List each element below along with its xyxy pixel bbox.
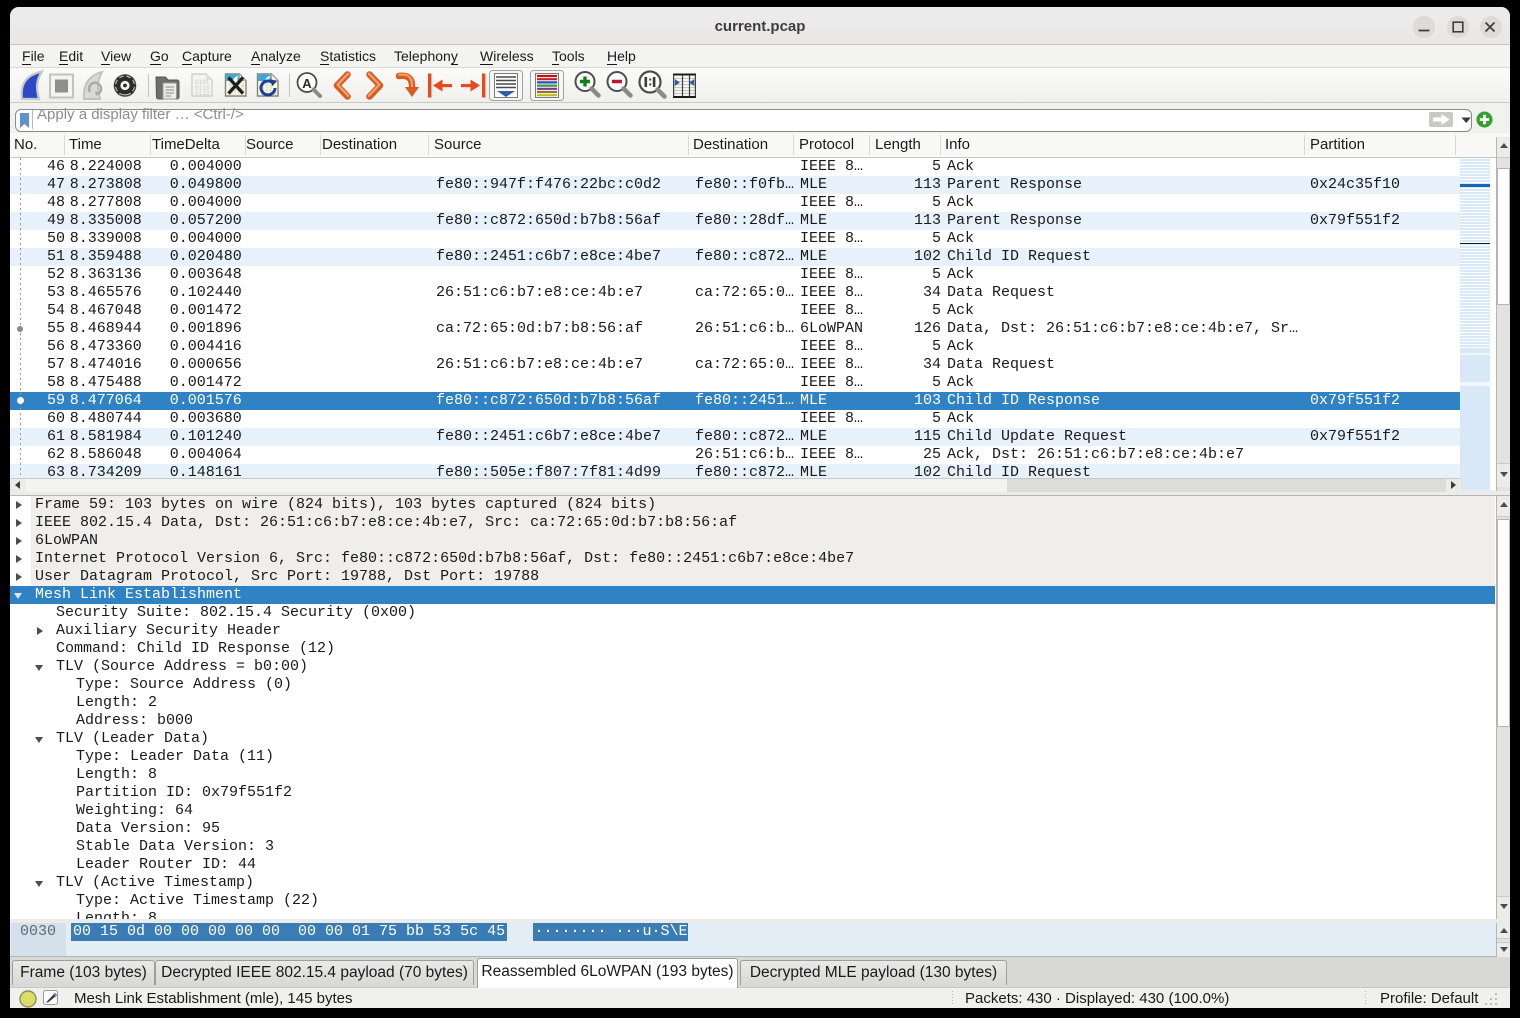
svg-text:0113: 0113 [195, 90, 210, 97]
svg-text:A: A [302, 76, 312, 91]
